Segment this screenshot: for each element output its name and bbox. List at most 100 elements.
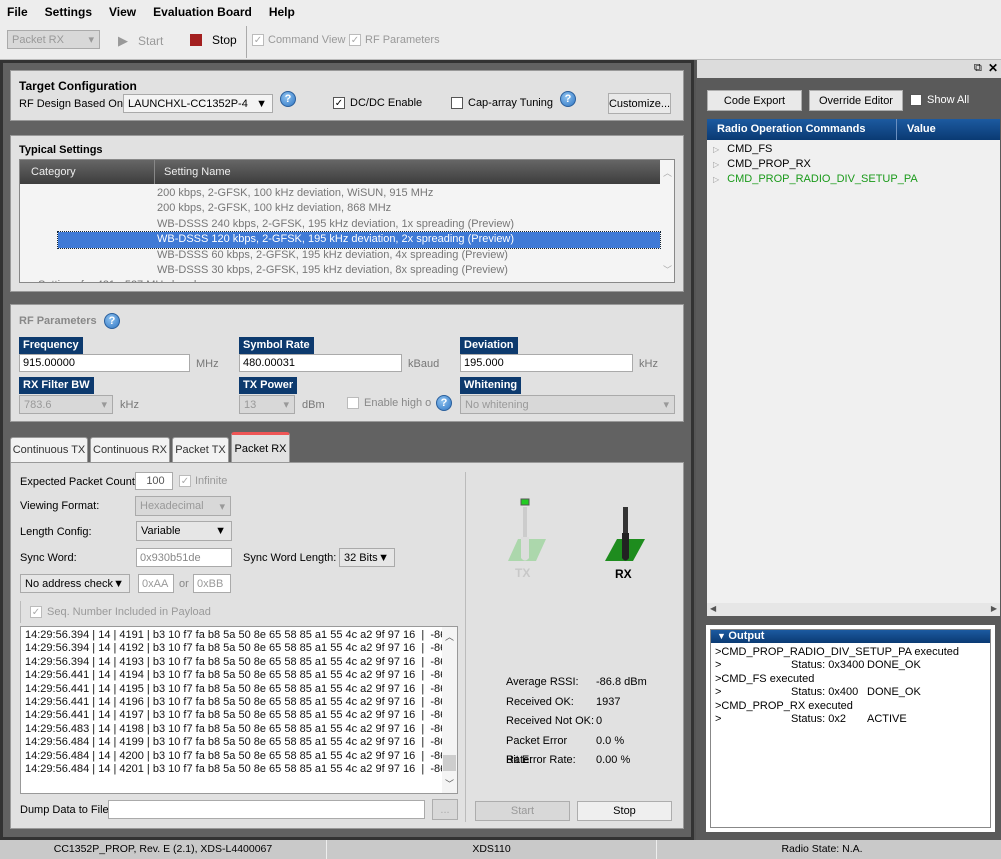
help-icon[interactable]: ? [104, 313, 120, 329]
frequency-input[interactable]: 915.00000 [19, 354, 190, 372]
dump-data-input[interactable] [108, 800, 425, 819]
address-1-input[interactable]: 0xAA [138, 574, 174, 593]
menu-evaluation-board[interactable]: Evaluation Board [153, 5, 252, 19]
enable-high-label: Enable high o [364, 397, 432, 409]
setting-row[interactable]: WB-DSSS 60 kbps, 2-GFSK, 195 kHz deviati… [20, 248, 660, 263]
stop-button[interactable]: Stop [190, 33, 237, 47]
command-item[interactable]: ▷ CMD_PROP_RADIO_DIV_SETUP_PA [713, 172, 918, 187]
tab-continuous-rx[interactable]: Continuous RX [90, 437, 170, 462]
rx-filter-bw-select[interactable]: 783.6 ▾ [19, 395, 113, 414]
seq-number-checkbox[interactable]: ✓ Seq. Number Included in Payload [20, 601, 211, 623]
column-header-commands[interactable]: Radio Operation Commands [707, 119, 897, 140]
column-header-value[interactable]: Value [897, 119, 936, 140]
infinite-label: Infinite [195, 475, 228, 487]
help-icon[interactable]: ? [280, 91, 296, 107]
whitening-select[interactable]: No whitening ▾ [460, 395, 675, 414]
scroll-down-icon[interactable]: ﹀ [442, 777, 457, 790]
address-check-select[interactable]: No address check ▼ [20, 574, 130, 593]
chevron-down-icon: ▼ [378, 551, 389, 564]
column-header-setting-name[interactable]: Setting Name [155, 160, 231, 184]
right-panel-titlebar: ⧉ ✕ [697, 60, 1001, 78]
setting-row[interactable]: WB-DSSS 120 kbps, 2-GFSK, 195 kHz deviat… [57, 231, 661, 249]
stop-button[interactable]: Stop [577, 801, 672, 821]
expand-icon[interactable]: ▷ [713, 142, 719, 157]
customize-button[interactable]: Customize... [608, 93, 671, 114]
mode-select[interactable]: Packet RX ▾ [7, 30, 100, 49]
chevron-down-icon: ▾ [283, 399, 289, 411]
setting-row-group[interactable]: Settings for 431 - 527 MHz band [20, 278, 660, 282]
rx-filter-bw-label: RX Filter BW [19, 377, 94, 394]
expand-icon[interactable]: ▷ [713, 172, 719, 187]
expected-count-input[interactable]: 100 [135, 472, 173, 490]
sync-word-length-label: Sync Word Length: [243, 552, 337, 564]
deviation-unit: kHz [639, 358, 658, 370]
stat-row: Average RSSI: -86.8 dBm [506, 673, 647, 693]
output-result: DONE_OK [867, 686, 921, 699]
start-button[interactable]: Start [475, 801, 570, 821]
restore-icon[interactable]: ⧉ [974, 62, 982, 75]
expand-icon[interactable]: ▷ [713, 157, 719, 172]
dcdc-enable-checkbox[interactable]: ✓ DC/DC Enable [333, 97, 422, 109]
start-button[interactable]: ▶ Start [118, 33, 163, 49]
cap-array-label: Cap-array Tuning [468, 97, 553, 109]
log-scrollbar[interactable]: ︿ ﹀ [442, 627, 457, 793]
help-icon[interactable]: ? [560, 91, 576, 107]
output-header[interactable]: ▼ Output [711, 630, 990, 643]
scroll-left-icon[interactable]: ◀ [710, 604, 716, 613]
settings-scrollbar[interactable]: ︿ ﹀ [660, 160, 674, 282]
output-log: >CMD_PROP_RADIO_DIV_SETUP_PA executed > St… [711, 643, 990, 726]
chevron-down-icon: ▾ [101, 399, 107, 411]
horizontal-scrollbar[interactable]: ◀ ▶ [707, 603, 1000, 616]
command-view-toggle[interactable]: ✓ Command View [252, 34, 345, 46]
log-row: 14:29:56.394 | 14 | 4191 | b3 10 f7 fa b… [25, 629, 447, 641]
settings-table: Category Setting Name 200 kbps, 2-GFSK, … [19, 159, 675, 283]
tx-power-label: TX Power [239, 377, 298, 394]
log-row: 14:29:56.394 | 14 | 4193 | b3 10 f7 fa b… [25, 655, 447, 668]
enable-high-output-checkbox[interactable]: Enable high o [347, 397, 431, 409]
command-item[interactable]: ▷ CMD_FS [713, 142, 918, 157]
tab-packet-rx[interactable]: Packet RX [231, 432, 290, 463]
override-editor-button[interactable]: Override Editor [809, 90, 903, 111]
sync-word-input[interactable]: 0x930b51de [136, 548, 232, 567]
rx-statistics: Average RSSI: -86.8 dBm Received OK: 1937 Re… [506, 673, 647, 771]
address-2-input[interactable]: 0xBB [193, 574, 231, 593]
symbol-rate-input[interactable]: 480.00031 [239, 354, 402, 372]
rf-parameters-label: RF Parameters [365, 34, 440, 46]
setting-row[interactable]: 200 kbps, 2-GFSK, 100 kHz deviation, 868… [20, 201, 660, 216]
status-probe: XDS110 [327, 840, 657, 859]
setting-row[interactable]: WB-DSSS 30 kbps, 2-GFSK, 195 kHz deviati… [20, 263, 660, 278]
tab-packet-tx[interactable]: Packet TX [172, 437, 229, 462]
whitening-value: No whitening [465, 398, 529, 411]
help-icon[interactable]: ? [436, 395, 452, 411]
code-export-button[interactable]: Code Export [707, 90, 802, 111]
scroll-thumb[interactable] [443, 755, 456, 771]
scroll-up-icon[interactable]: ︿ [442, 630, 457, 643]
deviation-input[interactable]: 195.000 [460, 354, 633, 372]
sync-word-length-select[interactable]: 32 Bits ▼ [339, 548, 395, 567]
collapse-icon: ▼ [717, 631, 729, 641]
tx-power-select[interactable]: 13 ▾ [239, 395, 295, 414]
infinite-checkbox[interactable]: ✓ Infinite [179, 475, 227, 487]
menu-settings[interactable]: Settings [45, 5, 92, 19]
log-row: 14:29:56.441 | 14 | 4197 | b3 10 f7 fa b… [25, 709, 447, 722]
setting-row[interactable]: WB-DSSS 240 kbps, 2-GFSK, 195 kHz deviat… [20, 217, 660, 232]
browse-button[interactable]: ... [432, 799, 458, 820]
menu-view[interactable]: View [109, 5, 136, 19]
or-label: or [179, 578, 189, 590]
setting-row[interactable]: 200 kbps, 2-GFSK, 100 kHz deviation, WiS… [20, 186, 660, 201]
show-all-checkbox[interactable]: Show All [910, 94, 969, 106]
rf-parameters-toggle[interactable]: ✓ RF Parameters [349, 34, 440, 46]
menu-file[interactable]: File [7, 5, 28, 19]
menu-help[interactable]: Help [269, 5, 295, 19]
tab-continuous-tx[interactable]: Continuous TX [10, 437, 88, 462]
packet-rx-panel: Expected Packet Count: 100 ✓ Infinite Vie… [10, 462, 684, 829]
checkbox-icon: ✓ [252, 34, 264, 46]
viewing-format-select[interactable]: Hexadecimal ▾ [135, 496, 231, 516]
command-item[interactable]: ▷ CMD_PROP_RX [713, 157, 918, 172]
column-header-category[interactable]: Category [20, 160, 155, 184]
scroll-right-icon[interactable]: ▶ [991, 604, 997, 613]
length-config-select[interactable]: Variable ▼ [136, 521, 232, 541]
cap-array-checkbox[interactable]: Cap-array Tuning [451, 97, 553, 109]
rf-design-select[interactable]: LAUNCHXL-CC1352P-4 ▼ [123, 94, 273, 113]
close-icon[interactable]: ✕ [988, 61, 998, 75]
